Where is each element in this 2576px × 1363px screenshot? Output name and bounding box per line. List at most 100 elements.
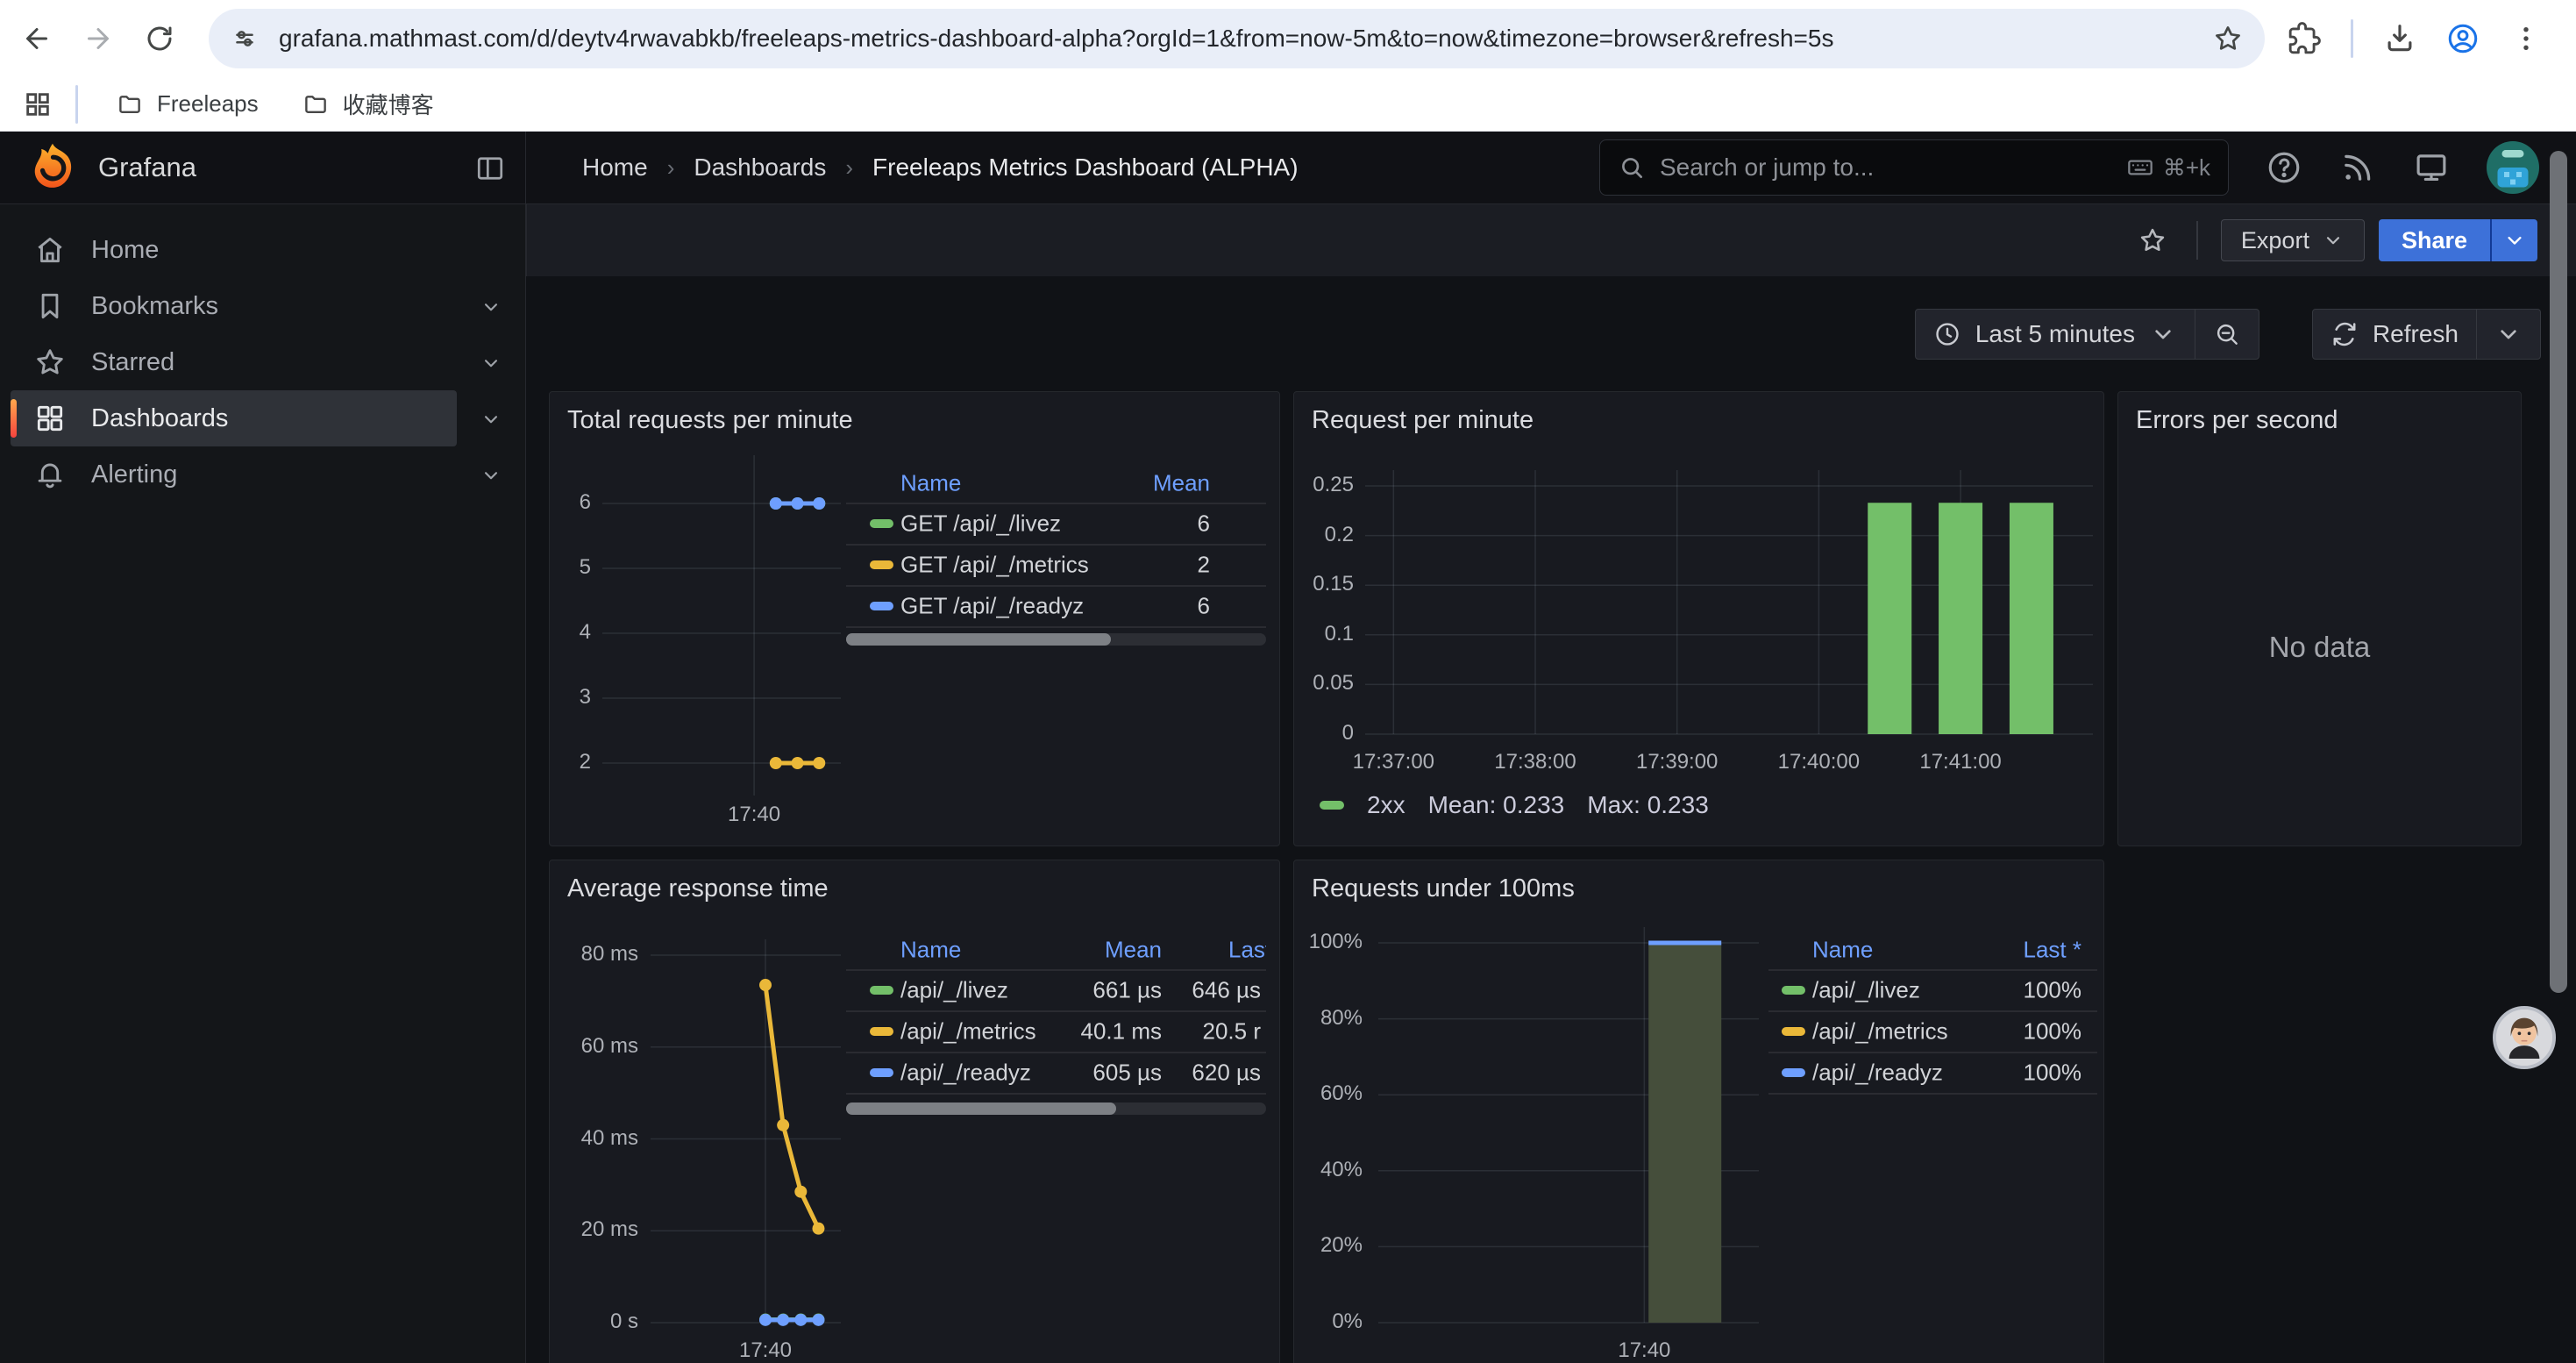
sidebar-item-home[interactable]: Home <box>0 222 525 278</box>
grafana-logo[interactable] <box>25 139 81 196</box>
bookmark-icon <box>33 289 67 323</box>
panel-average-response-time: Name Mean Last * /api/_/livez 661 µs 646 µs/a… <box>549 860 1280 1363</box>
series-name[interactable]: /api/_/metrics <box>900 1017 1036 1045</box>
series-name[interactable]: GET /api/_/metrics <box>900 551 1089 578</box>
sidebar-item-label: Home <box>91 236 159 265</box>
series-name[interactable]: GET /api/_/livez <box>900 510 1061 537</box>
chevron-down-icon[interactable] <box>480 352 502 375</box>
url-bar[interactable]: grafana.mathmast.com/d/deytv4rwavabkb/fr… <box>209 9 2265 68</box>
grafana-brand-label[interactable]: Grafana <box>98 152 196 183</box>
user-avatar[interactable] <box>2487 141 2539 194</box>
time-range-picker[interactable]: Last 5 minutes <box>1915 309 2259 360</box>
refresh-interval-button[interactable] <box>2477 310 2540 359</box>
dashboards-icon <box>33 402 67 435</box>
site-settings-icon[interactable] <box>230 24 260 54</box>
panel-title[interactable]: Total requests per minute <box>567 406 853 435</box>
panel-title[interactable]: Requests under 100ms <box>1312 874 1575 903</box>
series-name[interactable]: /api/_/livez <box>900 976 1008 1003</box>
breadcrumb-dashboards[interactable]: Dashboards <box>694 153 826 182</box>
export-button[interactable]: Export <box>2221 219 2365 261</box>
series-value: 40.1 ms <box>1081 1017 1163 1045</box>
dashboard-canvas: Last 5 minutes Refresh <box>526 276 2576 1363</box>
panel-title[interactable]: Errors per second <box>2136 406 2338 435</box>
time-range-button[interactable]: Last 5 minutes <box>1916 310 2195 359</box>
legend-row[interactable]: /api/_/readyz100% <box>1768 1052 2097 1093</box>
y-tick-label: 6 <box>551 490 591 515</box>
legend-row[interactable]: /api/_/metrics40.1 ms20.5 r <box>846 1010 1266 1052</box>
sidebar-item-starred[interactable]: Starred <box>0 334 525 390</box>
forward-button[interactable] <box>74 14 123 63</box>
series-name[interactable]: /api/_/readyz <box>1812 1059 1943 1086</box>
bookmark-folder-blogs[interactable]: 收藏博客 <box>287 81 450 127</box>
legend-scrollbar[interactable] <box>846 633 1266 646</box>
series-name[interactable]: /api/_/metrics <box>1812 1017 1948 1045</box>
downloads-icon[interactable] <box>2383 22 2416 55</box>
sidebar-item-dashboards[interactable]: Dashboards <box>0 390 525 446</box>
legend-row[interactable]: GET /api/_/metrics2 <box>846 544 1266 585</box>
legend-column-header[interactable]: Name <box>1812 937 1873 964</box>
series-label[interactable]: 2xx <box>1367 791 1405 819</box>
series-value: 661 µs <box>1092 976 1162 1003</box>
series-name[interactable]: /api/_/readyz <box>900 1059 1031 1086</box>
legend-row[interactable]: /api/_/livez100% <box>1768 969 2097 1010</box>
legend-column-header[interactable]: Last * <box>1228 937 1266 964</box>
legend-column-header[interactable]: Name <box>900 937 961 964</box>
reload-button[interactable] <box>135 14 184 63</box>
legend-row[interactable]: /api/_/metrics100% <box>1768 1010 2097 1052</box>
back-button[interactable] <box>12 14 61 63</box>
scrollbar-thumb[interactable] <box>2550 151 2567 993</box>
url-text[interactable]: grafana.mathmast.com/d/deytv4rwavabkb/fr… <box>279 25 2212 53</box>
legend-column-header[interactable]: Mean <box>1153 470 1210 497</box>
x-tick-label: 17:40 <box>687 1338 844 1363</box>
share-button[interactable]: Share <box>2379 219 2537 261</box>
series-value: 646 µs <box>1192 976 1261 1003</box>
assistant-floating-avatar[interactable] <box>2493 1006 2556 1069</box>
profile-icon[interactable] <box>2446 22 2480 55</box>
zoom-out-button[interactable] <box>2195 310 2259 359</box>
favorite-dashboard-button[interactable] <box>2131 219 2174 261</box>
bookmark-label: Freeleaps <box>157 90 259 118</box>
refresh-picker[interactable]: Refresh <box>2312 309 2541 360</box>
bookmarks-bar: Freeleaps 收藏博客 <box>0 77 2576 132</box>
extensions-icon[interactable] <box>2288 22 2321 55</box>
sidebar-item-alerting[interactable]: Alerting <box>0 446 525 503</box>
chevron-down-icon[interactable] <box>480 464 502 487</box>
bookmark-star-icon[interactable] <box>2212 23 2244 54</box>
panel-title[interactable]: Request per minute <box>1312 406 1534 435</box>
help-icon[interactable] <box>2266 149 2302 186</box>
news-rss-icon[interactable] <box>2339 149 2376 186</box>
legend-scrollbar-thumb[interactable] <box>846 633 1111 646</box>
browser-menu-icon[interactable] <box>2509 22 2543 55</box>
legend-column-header[interactable]: Last * <box>2024 937 2082 964</box>
search-input[interactable]: Search or jump to... ⌘+k <box>1599 139 2229 196</box>
x-tick-label: 17:38:00 <box>1456 750 1614 774</box>
chevron-down-icon[interactable] <box>480 296 502 318</box>
y-tick-label: 60 ms <box>551 1034 638 1059</box>
series-name[interactable]: GET /api/_/readyz <box>900 592 1084 619</box>
chevron-down-icon <box>2149 320 2177 348</box>
series-name[interactable]: /api/_/livez <box>1812 976 1920 1003</box>
share-menu-button[interactable] <box>2490 219 2537 261</box>
apps-grid-icon[interactable] <box>23 89 53 119</box>
legend-row[interactable]: /api/_/readyz605 µs620 µs <box>846 1052 1266 1093</box>
legend-column-header[interactable]: Mean <box>1105 937 1162 964</box>
breadcrumb-home[interactable]: Home <box>582 153 648 182</box>
sidebar-item-bookmarks[interactable]: Bookmarks <box>0 278 525 334</box>
refresh-button[interactable]: Refresh <box>2313 310 2476 359</box>
legend-row[interactable]: GET /api/_/readyz6 <box>846 585 1266 626</box>
legend-scrollbar-thumb[interactable] <box>846 1103 1116 1115</box>
sidebar-toggle-icon[interactable] <box>474 153 506 184</box>
legend-row[interactable]: /api/_/livez 661 µs 646 µs <box>846 969 1266 1010</box>
legend-row[interactable]: GET /api/_/livez6 <box>846 503 1266 544</box>
legend-column-header[interactable]: Name <box>900 470 961 497</box>
display-icon[interactable] <box>2413 149 2450 186</box>
panel-requests-under-100ms: NameLast */api/_/livez100%/api/_/metrics… <box>1293 860 2104 1363</box>
legend-scrollbar[interactable] <box>846 1103 1266 1115</box>
clock-icon <box>1933 320 1961 348</box>
bookmark-folder-freeleaps[interactable]: Freeleaps <box>101 83 274 125</box>
share-label[interactable]: Share <box>2379 219 2490 261</box>
page-scrollbar[interactable] <box>2546 140 2572 1363</box>
chevron-down-icon[interactable] <box>480 408 502 431</box>
search-shortcut: ⌘+k <box>2126 153 2210 182</box>
panel-title[interactable]: Average response time <box>567 874 829 903</box>
